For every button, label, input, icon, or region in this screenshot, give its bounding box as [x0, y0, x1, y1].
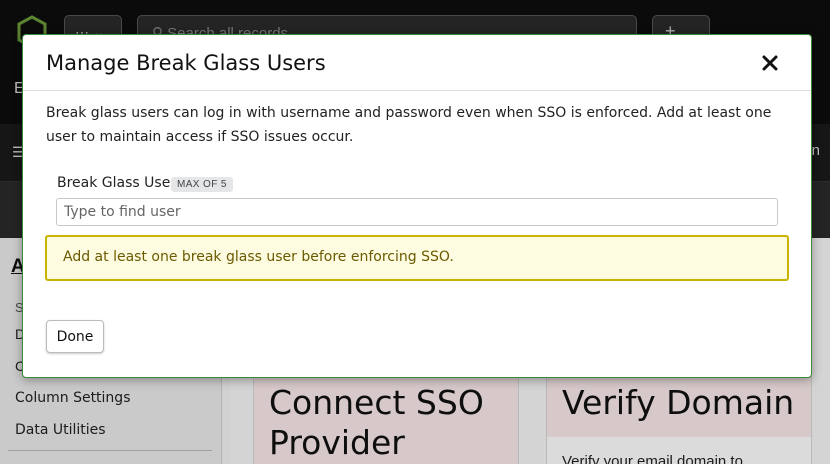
warning-alert: Add at least one break glass user before… [45, 235, 789, 281]
close-icon [762, 55, 778, 71]
close-button[interactable] [757, 50, 783, 76]
break-glass-users-label: Break Glass Users [57, 175, 184, 191]
modal-header: Manage Break Glass Users [23, 35, 811, 91]
max-badge: MAX OF 5 [171, 177, 233, 192]
user-search-input[interactable] [56, 198, 778, 226]
done-button[interactable]: Done [46, 320, 104, 353]
modal-title: Manage Break Glass Users [46, 51, 326, 75]
alert-text: Add at least one break glass user before… [63, 249, 454, 265]
manage-break-glass-users-modal: Manage Break Glass Users Break glass use… [22, 34, 812, 378]
modal-description: Break glass users can log in with userna… [46, 105, 772, 145]
